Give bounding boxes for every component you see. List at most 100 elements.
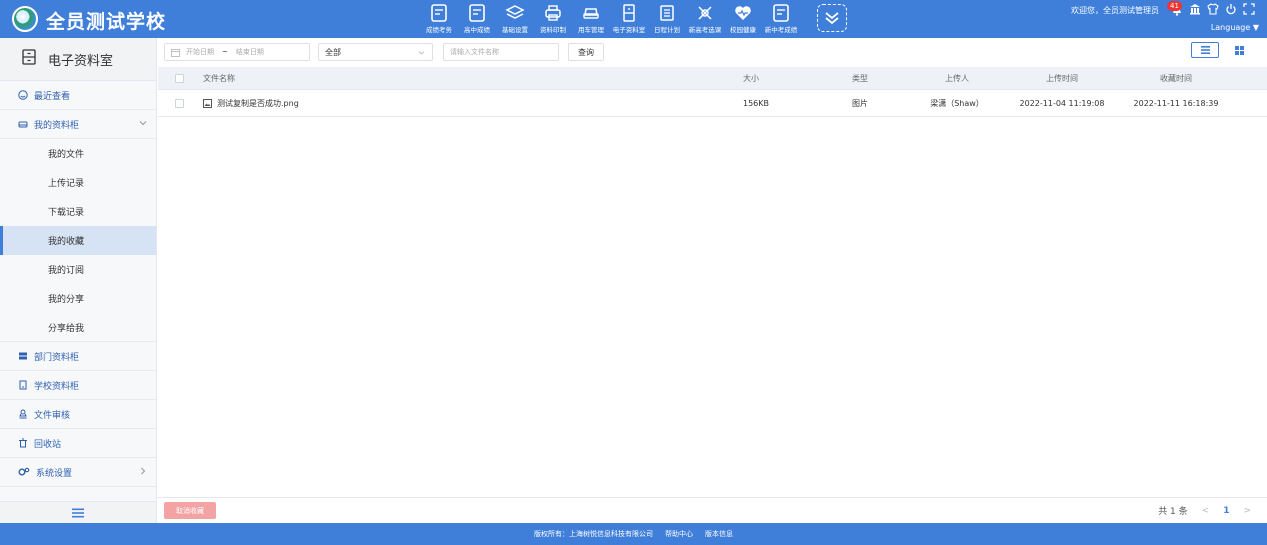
sidebar-item-recycle-bin[interactable]: 回收站 [0, 429, 156, 458]
sidebar-collapse-button[interactable] [0, 501, 156, 523]
module-middle-exam[interactable]: 新中考成绩 [762, 0, 800, 38]
sidebar-item-label: 部门资料柜 [34, 352, 80, 363]
module-nav: 成绩考务 高中成绩 基础设置 资料印制 用车管理 电子资料室 日程计划 新高考选… [420, 0, 800, 38]
sidebar-item-label: 系统设置 [36, 468, 73, 479]
sidebar-item-label: 我的资料柜 [34, 120, 80, 131]
select-all-checkbox[interactable] [175, 73, 184, 83]
fullscreen-button[interactable] [1243, 3, 1255, 17]
column-header-size: 大小 [743, 73, 759, 83]
module-label: 资料印制 [540, 26, 566, 34]
page-number-button[interactable]: 1 [1223, 506, 1229, 516]
sidebar-item-file-review[interactable]: 文件审核 [0, 400, 156, 429]
view-switcher [1191, 42, 1253, 58]
module-label: 新中考成绩 [764, 26, 798, 34]
module-label: 新高考选课 [688, 26, 722, 34]
calendar-icon [171, 48, 180, 57]
image-file-icon [203, 98, 212, 108]
module-schedule[interactable]: 日程计划 [648, 0, 686, 38]
gears-icon [18, 467, 30, 477]
next-page-button[interactable]: > [1243, 506, 1251, 516]
module-high-school-score[interactable]: 高中成绩 [458, 0, 496, 38]
logout-button[interactable] [1225, 3, 1237, 17]
sidebar-sub-my-files[interactable]: 我的文件 [0, 139, 156, 168]
sidebar-sub-shared-with-me[interactable]: 分享给我 [0, 313, 156, 342]
language-selector[interactable]: Language ▼ [1211, 23, 1259, 32]
query-button[interactable]: 查询 [568, 43, 604, 61]
table-row[interactable]: 测试复制是否成功.png 156KB 图片 梁潇（Shaw） 2022-11-0… [158, 90, 1267, 117]
module-label: 高中成绩 [464, 26, 490, 34]
chevron-down-icon [417, 48, 426, 59]
sidebar-item-recent[interactable]: 最近查看 [0, 81, 156, 110]
module-e-archive[interactable]: 电子资料室 [610, 0, 648, 38]
module-score-exam[interactable]: 成绩考务 [420, 0, 458, 38]
user-area: 欢迎您，全员测试管理员 41 [1071, 1, 1255, 17]
sidebar-item-label: 最近查看 [34, 91, 71, 102]
help-center-link[interactable]: 帮助中心 [665, 529, 693, 539]
grid-view-button[interactable] [1225, 42, 1253, 58]
page-footer: 版权所有：上海树悦信息科技有限公司 帮助中心 版本信息 [0, 523, 1267, 545]
version-info-link[interactable]: 版本信息 [705, 529, 733, 539]
column-header-type: 类型 [852, 73, 868, 83]
printer-icon [18, 119, 28, 129]
filename-search-input[interactable] [443, 43, 559, 61]
module-print[interactable]: 资料印制 [534, 0, 572, 38]
more-modules-button[interactable] [817, 4, 847, 32]
table-header: 文件名称 大小 类型 上传人 上传时间 收藏时间 [158, 67, 1267, 90]
module-health[interactable]: 校园健康 [724, 0, 762, 38]
module-label: 用车管理 [578, 26, 604, 34]
sidebar-item-my-cabinet[interactable]: 我的资料柜 [0, 110, 156, 139]
file-name-cell[interactable]: 测试复制是否成功.png [203, 98, 743, 109]
sidebar-sub-upload-records[interactable]: 上传记录 [0, 168, 156, 197]
report-icon [771, 3, 791, 23]
smile-icon [18, 90, 28, 100]
copyright-text: 版权所有：上海树悦信息科技有限公司 [534, 530, 653, 538]
double-chevron-down-icon [825, 12, 839, 25]
shirt-icon [1207, 3, 1219, 15]
file-type: 图片 [852, 98, 868, 108]
list-icon [1200, 46, 1210, 54]
cabinet-icon [619, 3, 639, 23]
filter-toolbar: 开始日期 ~ 结束日期 全部 查询 [158, 38, 1267, 67]
server-icon [18, 351, 28, 361]
sidebar-item-label: 文件审核 [34, 410, 71, 421]
scale-icon [695, 3, 715, 23]
module-course-select[interactable]: 新高考选课 [686, 0, 724, 38]
chevron-right-icon [138, 466, 148, 479]
top-bar: 全员测试学校 成绩考务 高中成绩 基础设置 资料印制 用车管理 电子资料室 日程 [0, 0, 1267, 38]
cancel-favorite-button[interactable]: 取消收藏 [164, 502, 216, 519]
module-car[interactable]: 用车管理 [572, 0, 610, 38]
sidebar-sub-my-subscriptions[interactable]: 我的订阅 [0, 255, 156, 284]
date-separator: ~ [222, 48, 228, 56]
notification-button[interactable]: 41 [1167, 1, 1183, 16]
module-label: 基础设置 [502, 26, 528, 34]
sidebar-item-system-settings[interactable]: 系统设置 [0, 458, 156, 487]
list-view-button[interactable] [1191, 42, 1219, 58]
end-date-placeholder: 结束日期 [235, 48, 264, 56]
column-header-name: 文件名称 [203, 73, 235, 83]
total-count: 共 1 条 [1158, 507, 1188, 517]
row-checkbox[interactable] [175, 98, 184, 108]
module-label: 成绩考务 [426, 26, 452, 34]
sidebar-sub-my-favorites[interactable]: 我的收藏 [0, 226, 156, 255]
date-range-picker[interactable]: 开始日期 ~ 结束日期 [164, 43, 310, 61]
file-size: 156KB [743, 98, 770, 108]
table-footer: 取消收藏 共 1 条 < 1 > [158, 497, 1267, 523]
file-favorite-time: 2022-11-11 16:18:39 [1133, 98, 1219, 108]
home-button[interactable] [1189, 3, 1201, 17]
sidebar: 电子资料室 最近查看 我的资料柜 我的文件 上传记录 下载记录 我的收藏 我的订… [0, 38, 157, 523]
sidebar-item-dept-cabinet[interactable]: 部门资料柜 [0, 342, 156, 371]
school-name: 全员测试学校 [46, 11, 167, 33]
sidebar-item-school-cabinet[interactable]: 学校资料柜 [0, 371, 156, 400]
module-label: 日程计划 [654, 26, 680, 34]
calendar-icon [657, 3, 677, 23]
stamp-icon [18, 409, 28, 419]
fullscreen-icon [1243, 3, 1255, 15]
skin-button[interactable] [1207, 3, 1219, 17]
file-type-select[interactable]: 全部 [318, 43, 433, 61]
sidebar-sub-download-records[interactable]: 下载记录 [0, 197, 156, 226]
prev-page-button[interactable]: < [1202, 506, 1210, 516]
sidebar-sub-my-shares[interactable]: 我的分享 [0, 284, 156, 313]
module-basic-settings[interactable]: 基础设置 [496, 0, 534, 38]
file-uploader: 梁潇（Shaw） [930, 98, 984, 108]
printer-icon [543, 3, 563, 23]
